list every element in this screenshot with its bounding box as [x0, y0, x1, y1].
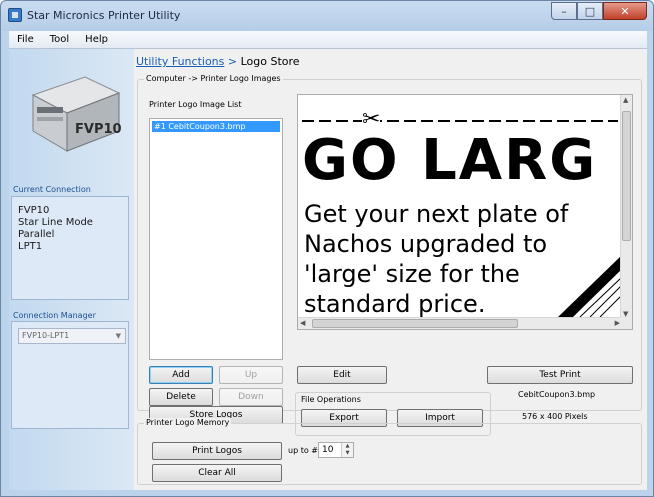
- main-panel: Utility Functions > Logo Store Computer …: [134, 49, 647, 490]
- coupon-headline: GO LARG: [302, 128, 598, 193]
- connection-manager-box: FVP10-LPT1 ▼: [11, 321, 129, 429]
- connection-line: FVP10: [18, 205, 50, 216]
- sidebar: FVP10 Current Connection FVP10 Star Line…: [9, 49, 134, 490]
- close-button[interactable]: ✕: [603, 2, 647, 20]
- chevron-down-icon: ▼: [115, 332, 121, 340]
- clear-all-button[interactable]: Clear All: [152, 464, 282, 482]
- image-dimensions: 576 x 400 Pixels: [522, 412, 588, 421]
- close-icon: ✕: [620, 4, 630, 18]
- minimize-icon: –: [561, 4, 567, 18]
- logo-count-value: 10: [322, 445, 334, 455]
- connection-manager-label: Connection Manager: [13, 311, 96, 320]
- up-button[interactable]: Up: [219, 366, 283, 384]
- horizontal-scrollbar[interactable]: ◀ ▶: [298, 317, 622, 329]
- current-connection-box: FVP10 Star Line Mode Parallel LPT1: [11, 196, 129, 300]
- minimize-button[interactable]: –: [551, 2, 577, 20]
- title-bar[interactable]: Star Micronics Printer Utility – □ ✕: [1, 1, 653, 31]
- connection-select-value: FVP10-LPT1: [22, 331, 70, 340]
- menu-help[interactable]: Help: [77, 34, 116, 45]
- list-item[interactable]: #1 CebitCoupon3.bmp: [152, 121, 280, 132]
- file-operations-title: File Operations: [301, 395, 361, 404]
- maximize-icon: □: [584, 4, 596, 18]
- connection-select[interactable]: FVP10-LPT1 ▼: [18, 328, 126, 344]
- connection-line: LPT1: [18, 241, 43, 252]
- connection-line: Star Line Mode: [18, 217, 93, 228]
- scroll-up-icon[interactable]: ▲: [623, 96, 628, 104]
- printer-model-text: FVP10: [75, 122, 122, 137]
- vertical-scroll-thumb[interactable]: [622, 111, 631, 241]
- breadcrumb-link-utility-functions[interactable]: Utility Functions: [136, 55, 224, 68]
- menu-bar: File Tool Help: [9, 31, 647, 49]
- connection-details: FVP10 Star Line Mode Parallel LPT1: [18, 205, 93, 253]
- breadcrumb-current: Logo Store: [240, 55, 300, 68]
- menu-tool[interactable]: Tool: [42, 34, 77, 45]
- logo-memory-group: Printer Logo Memory Print Logos up to # …: [137, 418, 642, 485]
- delete-button[interactable]: Delete: [149, 388, 213, 406]
- vertical-scrollbar[interactable]: ▲ ▼: [620, 95, 632, 319]
- breadcrumb-separator: >: [227, 55, 238, 68]
- coupon-line: Get your next plate of: [304, 200, 569, 228]
- app-window: Star Micronics Printer Utility – □ ✕ Fil…: [0, 0, 654, 497]
- logo-images-group-title: Computer -> Printer Logo Images: [144, 74, 283, 83]
- edit-button[interactable]: Edit: [297, 366, 387, 384]
- up-to-label: up to #: [288, 446, 318, 455]
- image-list-label: Printer Logo Image List: [149, 100, 242, 109]
- window-title: Star Micronics Printer Utility: [27, 9, 181, 22]
- logo-images-group: Computer -> Printer Logo Images Printer …: [137, 74, 642, 436]
- selected-file-name: CebitCoupon3.bmp: [518, 390, 596, 399]
- horizontal-scroll-thumb[interactable]: [312, 319, 518, 328]
- coupon-body: Get your next plate of Nachos upgraded t…: [304, 199, 568, 319]
- maximize-button[interactable]: □: [577, 2, 603, 20]
- window-controls: – □ ✕: [551, 2, 647, 20]
- add-button[interactable]: Add: [149, 366, 213, 384]
- stepper-arrows-icon[interactable]: ▲ ▼: [341, 443, 353, 457]
- logo-preview: ✂ GO LARG Get your next plate of Nachos …: [297, 94, 633, 330]
- scroll-left-icon[interactable]: ◀: [300, 319, 305, 327]
- current-connection-label: Current Connection: [13, 185, 91, 194]
- menu-file[interactable]: File: [9, 34, 42, 45]
- print-logos-button[interactable]: Print Logos: [152, 442, 282, 460]
- coupon-line: 'large' size for the: [304, 260, 520, 288]
- client-area: FVP10 Current Connection FVP10 Star Line…: [9, 49, 647, 490]
- down-button[interactable]: Down: [219, 388, 283, 406]
- coupon-line: Nachos upgraded to: [304, 230, 548, 258]
- logo-image-list[interactable]: #1 CebitCoupon3.bmp: [149, 118, 283, 360]
- app-icon: [8, 8, 22, 22]
- printer-image: FVP10: [31, 76, 122, 152]
- scroll-corner: [620, 317, 632, 329]
- coupon-line: standard price.: [304, 290, 486, 318]
- logo-count-stepper[interactable]: 10 ▲ ▼: [318, 442, 354, 458]
- logo-memory-group-title: Printer Logo Memory: [144, 418, 232, 427]
- breadcrumb: Utility Functions > Logo Store: [136, 55, 300, 68]
- test-print-button[interactable]: Test Print: [487, 366, 633, 384]
- connection-line: Parallel: [18, 229, 55, 240]
